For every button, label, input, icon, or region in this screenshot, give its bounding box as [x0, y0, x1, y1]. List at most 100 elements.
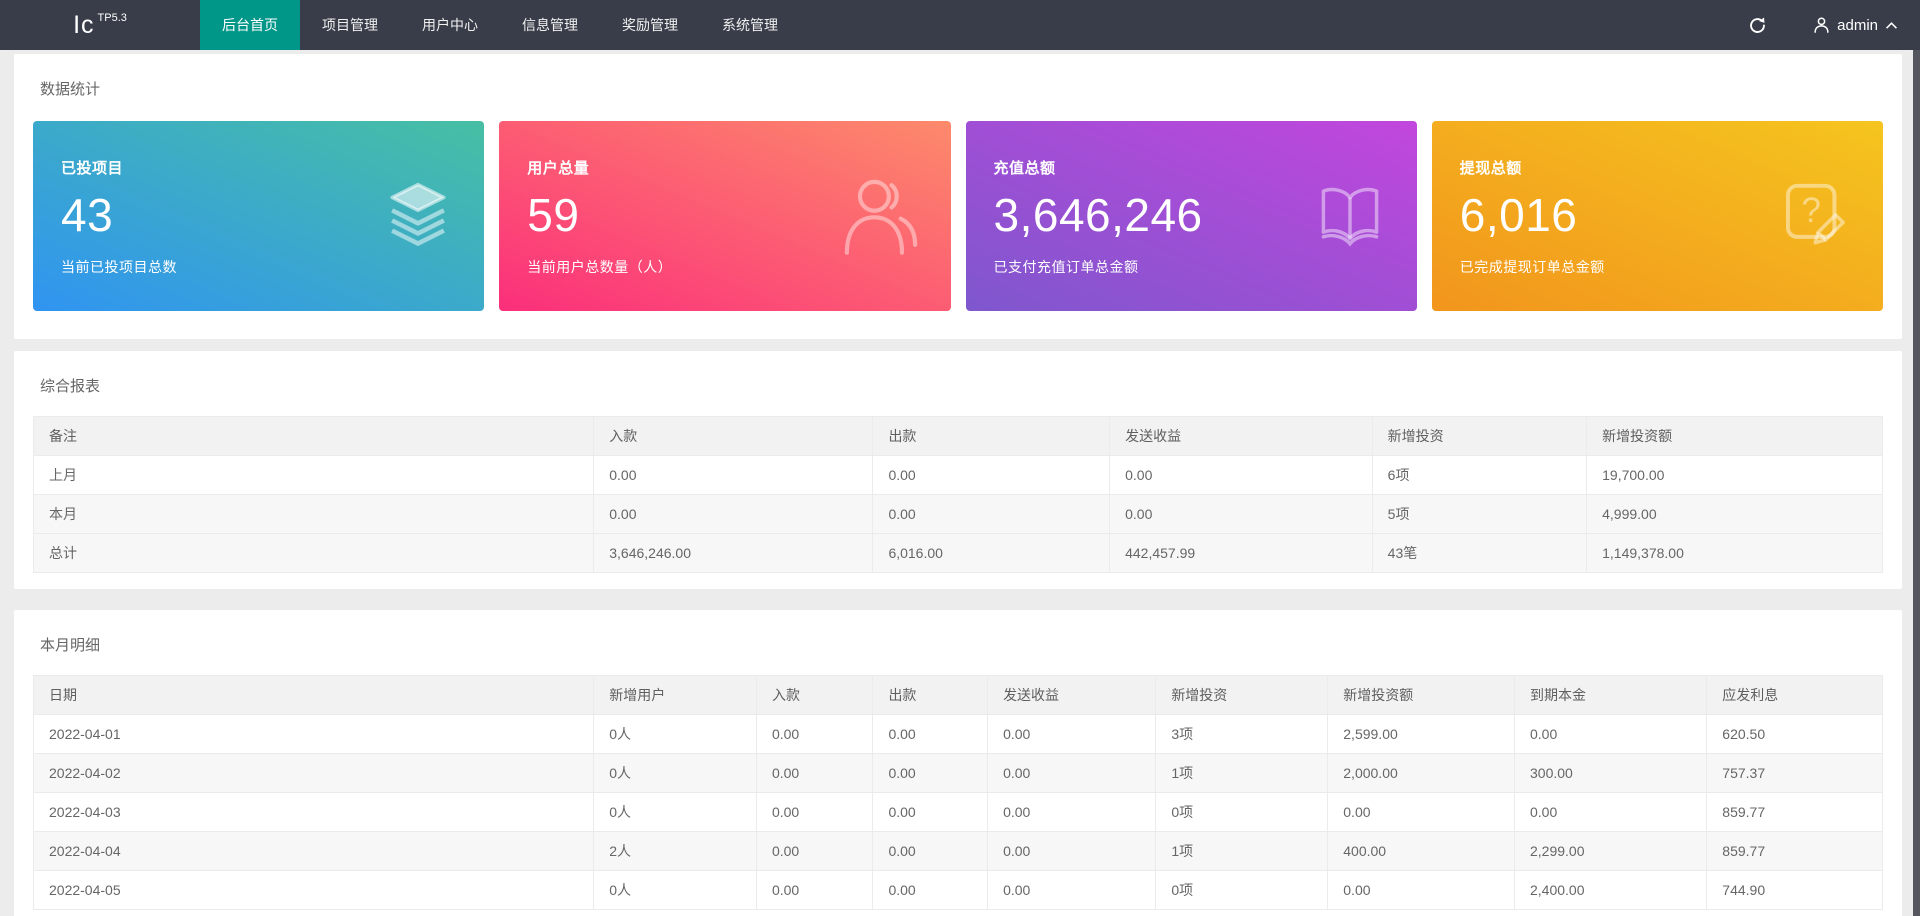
column-header-7: 到期本金: [1515, 676, 1707, 715]
main-menu: 后台首页项目管理用户中心信息管理奖励管理系统管理: [200, 0, 800, 50]
layers-icon: [382, 182, 454, 250]
refresh-button[interactable]: [1724, 0, 1791, 50]
table-row: 2022-04-020人0.000.000.001项2,000.00300.00…: [34, 754, 1883, 793]
table-cell: 2,000.00: [1328, 754, 1515, 793]
table-row: 2022-04-030人0.000.000.000项0.000.00859.77: [34, 793, 1883, 832]
table-cell: 19,700.00: [1587, 456, 1883, 495]
table-cell: 0.00: [1515, 793, 1707, 832]
table-cell: 859.77: [1707, 793, 1883, 832]
table-cell: 0.00: [988, 715, 1156, 754]
column-header-0: 日期: [34, 676, 594, 715]
table-cell: 本月: [34, 495, 594, 534]
nav-item-4[interactable]: 奖励管理: [600, 0, 700, 50]
nav-item-0[interactable]: 后台首页: [200, 0, 300, 50]
logo-version: TP5.3: [98, 12, 127, 24]
table-cell: 757.37: [1707, 754, 1883, 793]
app-logo[interactable]: Ic TP5.3: [0, 0, 200, 50]
table-cell: 2022-04-01: [34, 715, 594, 754]
table-cell: 2022-04-02: [34, 754, 594, 793]
table-cell: 2,599.00: [1328, 715, 1515, 754]
table-cell: 0.00: [873, 495, 1110, 534]
panel-statistics: 数据统计 已投项目 43 当前已投项目总数 用户总量 59 当前: [14, 54, 1902, 339]
table-cell: 0项: [1156, 793, 1328, 832]
table-cell: 2,299.00: [1515, 832, 1707, 871]
nav-item-1[interactable]: 项目管理: [300, 0, 400, 50]
stat-card-desc: 当前用户总数量（人）: [527, 257, 922, 277]
table-cell: 4,999.00: [1587, 495, 1883, 534]
top-navbar: Ic TP5.3 后台首页项目管理用户中心信息管理奖励管理系统管理 admin: [0, 0, 1920, 50]
table-cell: 2人: [594, 832, 757, 871]
table-cell: 上月: [34, 456, 594, 495]
table-cell: 0.00: [756, 754, 872, 793]
column-header-2: 出款: [873, 417, 1110, 456]
table-cell: 0.00: [873, 793, 988, 832]
table-cell: 442,457.99: [1110, 534, 1373, 573]
main-content: 数据统计 已投项目 43 当前已投项目总数 用户总量 59 当前: [0, 50, 1920, 916]
stat-card-title: 提现总额: [1460, 157, 1855, 178]
table-cell: 620.50: [1707, 715, 1883, 754]
section-title-month-detail: 本月明细: [40, 636, 1883, 655]
table-cell: 0.00: [594, 456, 873, 495]
table-cell: 0.00: [873, 754, 988, 793]
table-cell: 2022-04-04: [34, 832, 594, 871]
nav-item-2[interactable]: 用户中心: [400, 0, 500, 50]
nav-item-3[interactable]: 信息管理: [500, 0, 600, 50]
table-cell: 0项: [1156, 871, 1328, 910]
section-title-summary: 综合报表: [40, 377, 1883, 396]
section-title-statistics: 数据统计: [40, 80, 1883, 99]
table-cell: 0.00: [756, 871, 872, 910]
table-cell: 300.00: [1515, 754, 1707, 793]
stat-card-total-withdrawal: 提现总额 6,016 已完成提现订单总金额 ?: [1432, 121, 1883, 311]
stat-card-invested-projects: 已投项目 43 当前已投项目总数: [33, 121, 484, 311]
column-header-1: 入款: [594, 417, 873, 456]
table-cell: 0.00: [1110, 495, 1373, 534]
vertical-scrollbar[interactable]: [1913, 50, 1920, 916]
column-header-2: 入款: [756, 676, 872, 715]
table-cell: 0.00: [756, 715, 872, 754]
table-row: 总计3,646,246.006,016.00442,457.9943笔1,149…: [34, 534, 1883, 573]
table-cell: 0.00: [873, 456, 1110, 495]
column-header-4: 新增投资: [1372, 417, 1586, 456]
column-header-6: 新增投资额: [1328, 676, 1515, 715]
user-menu[interactable]: admin: [1791, 0, 1920, 50]
summary-report-table: 备注入款出款发送收益新增投资新增投资额上月0.000.000.006项19,70…: [33, 416, 1883, 573]
table-row: 上月0.000.000.006项19,700.00: [34, 456, 1883, 495]
column-header-5: 新增投资额: [1587, 417, 1883, 456]
table-row: 2022-04-050人0.000.000.000项0.002,400.0074…: [34, 871, 1883, 910]
svg-text:?: ?: [1802, 191, 1821, 230]
table-cell: 0.00: [594, 495, 873, 534]
table-cell: 0人: [594, 793, 757, 832]
refresh-icon: [1748, 16, 1767, 35]
table-row: 本月0.000.000.005项4,999.00: [34, 495, 1883, 534]
table-header-row: 日期新增用户入款出款发送收益新增投资新增投资额到期本金应发利息: [34, 676, 1883, 715]
stat-card-title: 充值总额: [994, 157, 1389, 178]
panel-summary-report: 综合报表 备注入款出款发送收益新增投资新增投资额上月0.000.000.006项…: [14, 351, 1902, 589]
table-cell: 2022-04-03: [34, 793, 594, 832]
table-cell: 0人: [594, 754, 757, 793]
stat-card-desc: 已完成提现订单总金额: [1460, 257, 1855, 277]
table-cell: 2022-04-05: [34, 871, 594, 910]
panel-month-detail: 本月明细 日期新增用户入款出款发送收益新增投资新增投资额到期本金应发利息2022…: [14, 610, 1902, 916]
doc-question-pencil-icon: ?: [1781, 181, 1853, 251]
table-cell: 0.00: [988, 832, 1156, 871]
table-cell: 0.00: [988, 871, 1156, 910]
month-detail-table: 日期新增用户入款出款发送收益新增投资新增投资额到期本金应发利息2022-04-0…: [33, 675, 1883, 910]
table-cell: 1,149,378.00: [1587, 534, 1883, 573]
table-cell: 0.00: [756, 832, 872, 871]
table-cell: 0人: [594, 871, 757, 910]
navbar-right: admin: [1724, 0, 1920, 50]
open-book-icon: [1313, 183, 1387, 249]
column-header-0: 备注: [34, 417, 594, 456]
table-cell: 0.00: [873, 871, 988, 910]
table-cell: 0.00: [756, 793, 872, 832]
table-cell: 859.77: [1707, 832, 1883, 871]
table-cell: 0.00: [1515, 715, 1707, 754]
table-cell: 3,646,246.00: [594, 534, 873, 573]
nav-item-5[interactable]: 系统管理: [700, 0, 800, 50]
table-cell: 744.90: [1707, 871, 1883, 910]
table-cell: 1项: [1156, 832, 1328, 871]
table-header-row: 备注入款出款发送收益新增投资新增投资额: [34, 417, 1883, 456]
table-cell: 0.00: [1328, 793, 1515, 832]
stat-card-total-recharge: 充值总额 3,646,246 已支付充值订单总金额: [966, 121, 1417, 311]
table-row: 2022-04-010人0.000.000.003项2,599.000.0062…: [34, 715, 1883, 754]
